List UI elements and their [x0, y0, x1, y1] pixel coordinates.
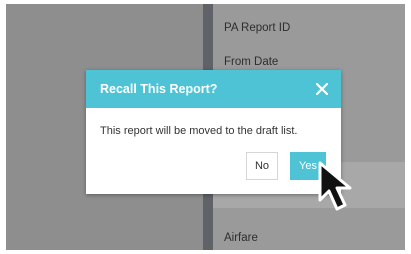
recall-report-dialog: Recall This Report? This report will be … [86, 70, 341, 194]
airfare-label: Airfare [224, 232, 258, 244]
pa-report-id-label: PA Report ID [224, 22, 291, 34]
no-button[interactable]: No [246, 152, 278, 180]
dialog-message: This report will be moved to the draft l… [100, 125, 298, 137]
mouse-pointer-icon [318, 161, 352, 211]
close-button[interactable] [309, 76, 335, 102]
dialog-header: Recall This Report? [86, 70, 341, 108]
from-date-label: From Date [224, 56, 279, 68]
close-icon [316, 83, 328, 95]
dialog-title: Recall This Report? [100, 82, 218, 96]
